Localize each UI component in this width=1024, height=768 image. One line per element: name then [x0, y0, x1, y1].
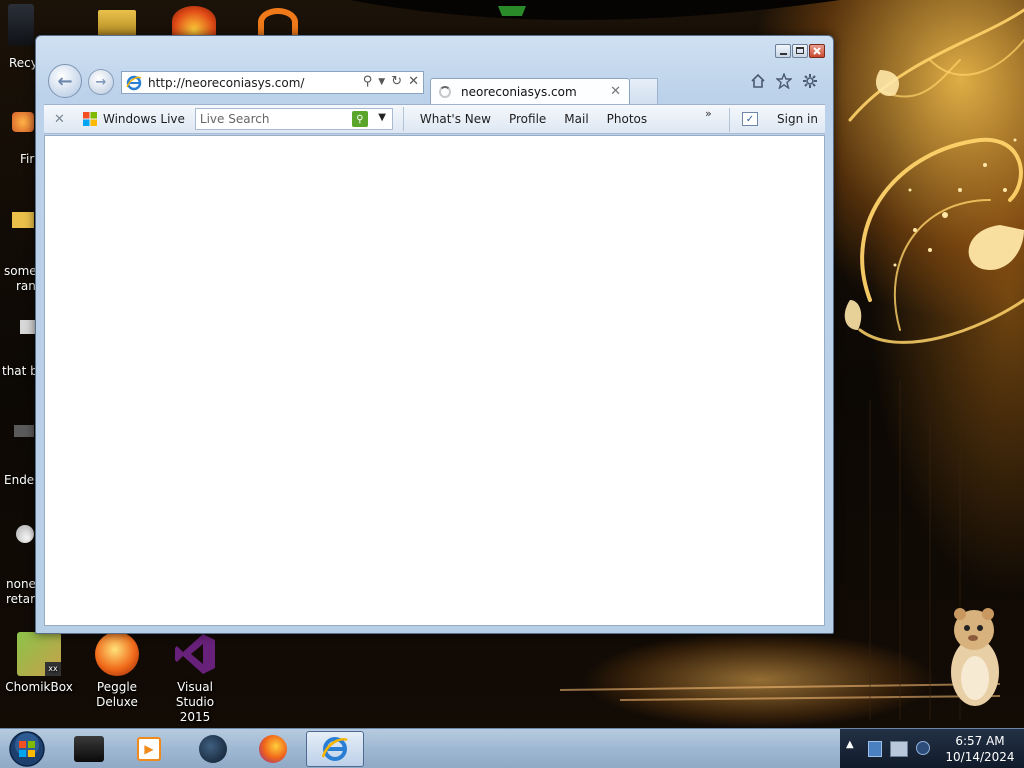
- taskbar-app-black[interactable]: [60, 731, 118, 767]
- sign-in-link[interactable]: Sign in: [777, 112, 818, 126]
- tray-app-icon[interactable]: [916, 741, 930, 755]
- desktop-icon-chomikbox[interactable]: xx ChomikBox: [4, 632, 74, 695]
- search-icon[interactable]: ⚲: [363, 74, 373, 89]
- visual-studio-icon: [173, 632, 217, 676]
- desktop-icon-label: Recy: [9, 56, 38, 70]
- tab-close-icon[interactable]: ✕: [610, 84, 621, 99]
- desktop-icon-recycle-bin[interactable]: Recy: [0, 4, 38, 71]
- tray-monitor-icon[interactable]: [890, 741, 908, 757]
- toolbar-separator: [402, 107, 404, 131]
- window-caption-buttons: [775, 44, 825, 58]
- desktop-icon-label: Ender: [4, 473, 40, 487]
- home-icon[interactable]: [749, 72, 767, 90]
- taskbar-app-media-player[interactable]: ▶: [120, 731, 178, 767]
- desktop-icon-peggle-deluxe[interactable]: Peggle Deluxe: [76, 632, 158, 710]
- new-tab-button[interactable]: [630, 78, 658, 105]
- clock-time: 6:57 AM: [955, 734, 1005, 748]
- stop-icon[interactable]: ✕: [408, 74, 419, 89]
- app-icon: [12, 112, 34, 132]
- arrow-right-icon: →: [95, 74, 107, 90]
- windows-orb-icon: [9, 731, 45, 767]
- chomikbox-icon: xx: [17, 632, 61, 676]
- search-go-icon[interactable]: ⚲: [351, 111, 368, 127]
- tab-title: neoreconiasys.com: [461, 85, 577, 99]
- link-profile[interactable]: Profile: [509, 112, 546, 126]
- chevron-down-icon[interactable]: ▼: [378, 77, 385, 89]
- toolbar-close-icon[interactable]: ✕: [54, 112, 70, 127]
- tab-current[interactable]: neoreconiasys.com ✕: [430, 78, 630, 105]
- loading-spinner-icon: [439, 86, 451, 98]
- windows-live-label[interactable]: Windows Live: [103, 112, 185, 126]
- recycle-bin-icon: [8, 4, 34, 46]
- settings-gear-icon[interactable]: [801, 72, 819, 90]
- page-content-area[interactable]: [44, 135, 825, 626]
- desktop-icon-partial-folder[interactable]: [98, 10, 136, 36]
- desktop-icon-partial-peggle[interactable]: [172, 6, 216, 36]
- hamster-image: [940, 600, 1010, 710]
- close-button[interactable]: [809, 44, 825, 58]
- desktop-icon-firefox-clipped[interactable]: Fir: [0, 112, 34, 167]
- system-tray: ▲ 6:57 AM 10/14/2024: [840, 729, 1024, 768]
- folder-icon: [12, 212, 34, 228]
- clock-date: 10/14/2024: [945, 750, 1015, 764]
- desktop-icon-label: 2015: [179, 710, 211, 724]
- desktop-icon-visual-studio-2015[interactable]: Visual Studio 2015: [158, 632, 232, 725]
- link-mail[interactable]: Mail: [564, 112, 588, 126]
- forward-button[interactable]: →: [88, 69, 114, 95]
- windows-live-toolbar: ✕ Windows Live ⚲ ▼ What's New Profile Ma…: [44, 104, 825, 134]
- link-whats-new[interactable]: What's New: [420, 112, 491, 126]
- refresh-icon[interactable]: ↻: [391, 74, 402, 89]
- file-icon: [20, 320, 36, 334]
- toolbar-separator: [729, 108, 730, 132]
- desktop-icon-label: ran: [16, 279, 36, 293]
- taskbar-app-steam[interactable]: [184, 731, 242, 767]
- maximize-button[interactable]: [792, 44, 808, 58]
- desktop-icon-label: some: [4, 264, 37, 278]
- link-photos[interactable]: Photos: [607, 112, 647, 126]
- taskbar-app-internet-explorer[interactable]: [306, 731, 364, 767]
- favorites-star-icon[interactable]: [775, 72, 793, 90]
- media-player-icon: ▶: [137, 737, 161, 761]
- windows-logo-icon: [82, 111, 98, 127]
- desktop-icon-label: that b: [2, 364, 38, 378]
- taskbar: ▶ ▲ 6:57 AM 10/14/2024: [0, 728, 1024, 768]
- internet-explorer-icon: [321, 737, 348, 761]
- ie-page-icon: [126, 75, 142, 91]
- address-url: http://neoreconiasys.com/: [148, 75, 305, 90]
- chevron-down-icon[interactable]: ▼: [378, 112, 386, 123]
- live-search-input[interactable]: [199, 112, 350, 126]
- taskbar-clock[interactable]: 6:57 AM 10/14/2024: [940, 733, 1020, 765]
- desktop-icon-partial-orange[interactable]: [258, 8, 298, 36]
- browser-window: ← → http://neoreconiasys.com/ ⚲ ▼ ↻ ✕ ne…: [35, 35, 834, 634]
- app-icon: [16, 525, 34, 543]
- browser-tools: [749, 72, 819, 90]
- app-icon: [14, 425, 34, 437]
- address-bar[interactable]: http://neoreconiasys.com/ ⚲ ▼ ↻ ✕: [121, 71, 424, 94]
- desktop-icon-label: Peggle Deluxe: [96, 680, 138, 709]
- desktop-icon-label: Fir: [20, 152, 35, 166]
- address-tools: ⚲ ▼ ↻ ✕: [363, 74, 419, 89]
- live-search-box[interactable]: ⚲ ▼: [194, 108, 393, 130]
- checkbox-icon[interactable]: ✓: [742, 112, 758, 126]
- desktop-icon-label: ChomikBox: [5, 680, 73, 694]
- back-button[interactable]: ←: [48, 64, 82, 98]
- desktop-icon-ender[interactable]: Ender: [0, 425, 39, 488]
- desktop-icon-that[interactable]: that b: [0, 320, 38, 379]
- minimize-button[interactable]: [775, 44, 791, 58]
- show-hidden-icons-icon[interactable]: ▲: [846, 739, 854, 750]
- peggle-icon: [95, 632, 139, 676]
- desktop-icon-folder-some[interactable]: some ran: [0, 212, 37, 294]
- tray-network-icon[interactable]: [868, 741, 882, 757]
- app-icon: [74, 736, 104, 762]
- firefox-icon: [259, 735, 287, 763]
- toolbar-overflow-chevron[interactable]: »: [705, 107, 712, 120]
- taskbar-app-firefox[interactable]: [244, 731, 302, 767]
- start-button[interactable]: [5, 730, 49, 768]
- steam-icon: [199, 735, 227, 763]
- arrow-left-icon: ←: [57, 70, 73, 92]
- desktop-icon-label: Visual Studio: [175, 680, 215, 709]
